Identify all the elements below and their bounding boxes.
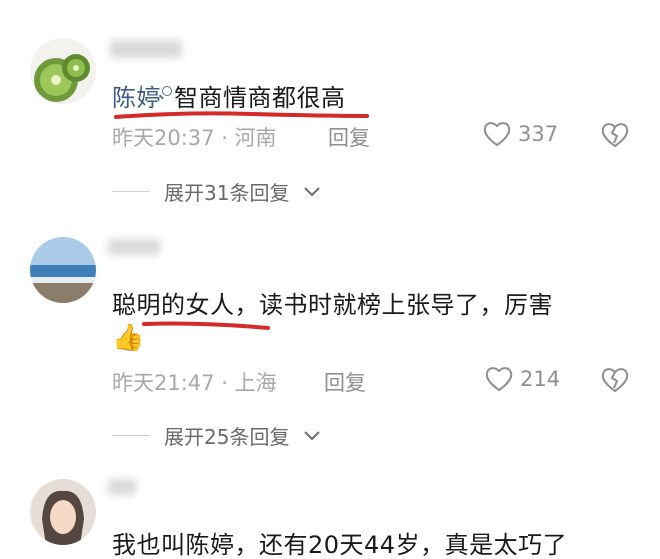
red-underline-annotation (142, 321, 270, 330)
reply-button[interactable]: 回复 (324, 367, 366, 397)
reply-button[interactable]: 回复 (328, 122, 370, 152)
divider-line (112, 434, 150, 437)
username-blurred (110, 40, 182, 58)
heart-icon (483, 122, 511, 147)
search-icon (162, 86, 172, 96)
comment-item: 我也叫陈婷，还有20天44岁，真是太巧了 (0, 455, 660, 559)
comment-item: 聪明的女人，读书时就榜上张导了，厉害 👍 昨天21:47 · 上海 回复 214… (0, 225, 660, 455)
broken-heart-icon[interactable] (600, 366, 630, 394)
expand-replies-button[interactable]: 展开25条回复 (112, 421, 321, 450)
chevron-down-icon (304, 186, 321, 196)
person-avatar-image (30, 479, 96, 545)
avatar[interactable] (30, 479, 96, 545)
comment-time-location: 昨天20:37 · 河南 (112, 126, 277, 150)
expand-replies-label: 展开31条回复 (164, 181, 290, 205)
thumbs-up-emoji: 👍 (112, 323, 145, 353)
kiwi-avatar-image (30, 38, 96, 104)
divider-line (112, 190, 150, 193)
expand-replies-label: 展开25条回复 (164, 425, 290, 449)
username-blurred (108, 239, 160, 255)
like-button[interactable]: 337 (482, 120, 558, 148)
heart-icon (485, 367, 513, 392)
like-count: 337 (518, 122, 559, 146)
red-underline-annotation (114, 111, 369, 119)
chevron-down-icon (304, 430, 321, 440)
username-blurred (108, 479, 136, 495)
like-count: 214 (520, 367, 561, 391)
expand-replies-button[interactable]: 展开31条回复 (112, 177, 321, 206)
like-button[interactable]: 214 (484, 365, 560, 393)
comment-item: 陈婷 智商情商都很高 昨天20:37 · 河南 回复 337 展开31条回复 (0, 0, 660, 225)
comment-text: 我也叫陈婷，还有20天44岁，真是太巧了 (112, 531, 568, 559)
avatar[interactable] (30, 237, 96, 303)
comment-time-location: 昨天21:47 · 上海 (112, 371, 277, 395)
avatar[interactable] (30, 38, 96, 104)
broken-heart-icon[interactable] (600, 121, 630, 149)
comment-text: 聪明的女人，读书时就榜上张导了，厉害 (112, 291, 553, 319)
beach-avatar-image (30, 237, 96, 303)
